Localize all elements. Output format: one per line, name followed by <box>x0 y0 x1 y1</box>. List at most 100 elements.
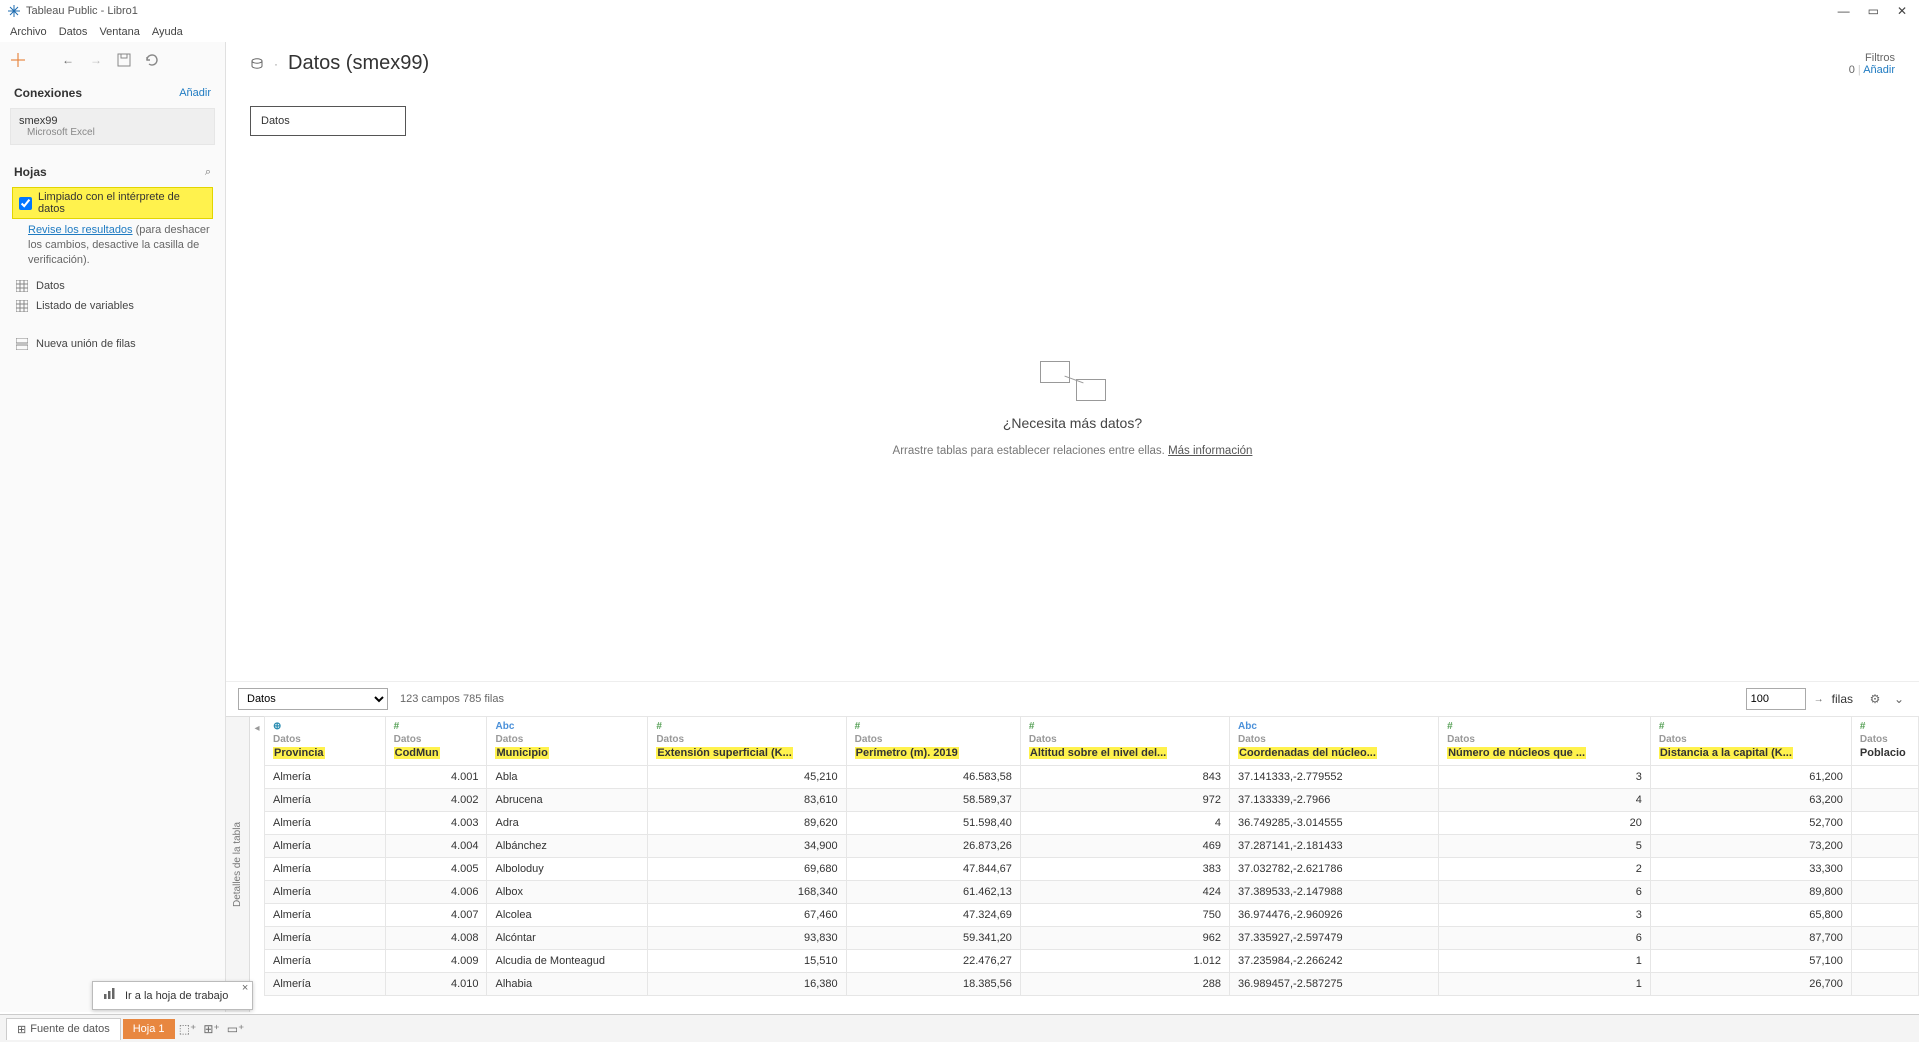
cell: 18.385,56 <box>846 973 1020 996</box>
table-row[interactable]: Almería4.007Alcolea67,46047.324,6975036.… <box>265 904 1919 927</box>
menu-ayuda[interactable]: Ayuda <box>152 26 183 38</box>
cell: Almería <box>265 881 386 904</box>
review-results-link[interactable]: Revise los resultados <box>28 224 133 236</box>
cell: 4.003 <box>385 812 487 835</box>
cell: Alcóntar <box>487 927 648 950</box>
data-interpreter-checkbox[interactable]: Limpiado con el intérprete de datos <box>12 187 213 219</box>
cell: Almería <box>265 927 386 950</box>
column-header[interactable]: #DatosDistancia a la capital (K... <box>1650 717 1851 766</box>
search-icon[interactable]: ⌕ <box>205 166 211 179</box>
cell: 65,800 <box>1650 904 1851 927</box>
connection-type: Microsoft Excel <box>19 127 206 138</box>
tooltip-close-icon[interactable]: × <box>242 982 248 994</box>
cell: 37.335927,-2.597479 <box>1230 927 1439 950</box>
menu-ventana[interactable]: Ventana <box>99 26 139 38</box>
save-icon[interactable] <box>116 52 132 68</box>
filters-add-link[interactable]: Añadir <box>1863 64 1895 76</box>
preview-table: ⊕DatosProvincia#DatosCodMunAbcDatosMunic… <box>264 716 1919 996</box>
menu-archivo[interactable]: Archivo <box>10 26 47 38</box>
table-row[interactable]: Almería4.008Alcóntar93,83059.341,2096237… <box>265 927 1919 950</box>
column-header[interactable]: #DatosAltitud sobre el nivel del... <box>1020 717 1229 766</box>
table-picker[interactable]: Datos <box>238 688 388 710</box>
table-row[interactable]: Almería4.001Abla45,21046.583,5884337.141… <box>265 766 1919 789</box>
cell: 26.873,26 <box>846 835 1020 858</box>
maximize-button[interactable]: ▭ <box>1868 4 1879 18</box>
tab-hoja1[interactable]: Hoja 1 <box>123 1019 175 1039</box>
column-header[interactable]: ⊕DatosProvincia <box>265 717 386 766</box>
window-controls: — ▭ ✕ <box>1838 4 1911 18</box>
column-header[interactable]: #DatosExtensión superficial (K... <box>648 717 846 766</box>
connection-name: smex99 <box>19 115 206 127</box>
table-row[interactable]: Almería4.003Adra89,62051.598,40436.74928… <box>265 812 1919 835</box>
table-row[interactable]: Almería4.005Alboloduy69,68047.844,673833… <box>265 858 1919 881</box>
cell <box>1851 835 1918 858</box>
rows-input[interactable] <box>1746 688 1806 710</box>
sheet-item-listado[interactable]: Listado de variables <box>0 296 225 316</box>
more-info-link[interactable]: Más información <box>1168 445 1252 457</box>
connection-item[interactable]: smex99 Microsoft Excel <box>10 108 215 145</box>
cell: 37.141333,-2.779552 <box>1230 766 1439 789</box>
tab-label: Fuente de datos <box>30 1023 110 1035</box>
column-header[interactable]: #DatosCodMun <box>385 717 487 766</box>
column-header[interactable]: #DatosPerímetro (m). 2019 <box>846 717 1020 766</box>
tableau-mark-icon[interactable] <box>10 52 26 68</box>
add-connection-link[interactable]: Añadir <box>179 87 211 99</box>
column-name: Extensión superficial (K... <box>656 747 837 759</box>
titlebar: Tableau Public - Libro1 — ▭ ✕ <box>0 0 1919 22</box>
table-row[interactable]: Almería4.002Abrucena83,61058.589,3797237… <box>265 789 1919 812</box>
new-union-item[interactable]: Nueva unión de filas <box>0 334 225 354</box>
table-row[interactable]: Almería4.009Alcudia de Monteagud15,51022… <box>265 950 1919 973</box>
cell: 6 <box>1439 927 1651 950</box>
minimize-button[interactable]: — <box>1838 4 1850 18</box>
cell: Alcolea <box>487 904 648 927</box>
tooltip-text: Ir a la hoja de trabajo <box>125 990 228 1002</box>
gear-icon[interactable]: ⚙ <box>1867 691 1883 707</box>
field-row-summary: 123 campos 785 filas <box>400 693 504 705</box>
column-header[interactable]: AbcDatosMunicipio <box>487 717 648 766</box>
column-header[interactable]: AbcDatosCoordenadas del núcleo... <box>1230 717 1439 766</box>
cell: 33,300 <box>1650 858 1851 881</box>
table-row[interactable]: Almería4.010Alhabia16,38018.385,5628836.… <box>265 973 1919 996</box>
cell: 424 <box>1020 881 1229 904</box>
cell: Almería <box>265 950 386 973</box>
datasource-title[interactable]: Datos (smex99) <box>288 52 429 75</box>
logical-table[interactable]: Datos <box>250 106 406 136</box>
sheet-item-datos[interactable]: Datos <box>0 276 225 296</box>
table-row[interactable]: Almería4.004Albánchez34,90026.873,264693… <box>265 835 1919 858</box>
back-icon[interactable]: ← <box>60 52 76 68</box>
goto-worksheet-tooltip: Ir a la hoja de trabajo × <box>92 981 253 1010</box>
forward-icon[interactable]: → <box>88 52 104 68</box>
cell: 4.009 <box>385 950 487 973</box>
collapse-handle[interactable]: ◂ <box>250 716 264 1012</box>
cell <box>1851 858 1918 881</box>
menu-datos[interactable]: Datos <box>59 26 88 38</box>
table-icon <box>16 300 28 312</box>
refresh-icon[interactable] <box>144 52 160 68</box>
connections-heading: Conexiones <box>14 86 82 100</box>
tab-datasource[interactable]: ⊞ Fuente de datos <box>6 1018 121 1040</box>
new-story-button[interactable]: ▭⁺ <box>225 1018 247 1040</box>
column-header[interactable]: #DatosNúmero de núcleos que ... <box>1439 717 1651 766</box>
data-interpreter-input[interactable] <box>19 197 32 210</box>
rows-arrow-icon[interactable]: → <box>1814 694 1824 705</box>
new-worksheet-button[interactable]: ⬚⁺ <box>177 1018 199 1040</box>
left-toolbar: ← → <box>0 42 225 78</box>
cell: 4.006 <box>385 881 487 904</box>
datatype-icon: Abc <box>1238 721 1430 732</box>
cell: Alboloduy <box>487 858 648 881</box>
chevron-down-icon[interactable]: ⌄ <box>1891 691 1907 707</box>
bottom-tabs: ⊞ Fuente de datos Hoja 1 ⬚⁺ ⊞⁺ ▭⁺ <box>0 1014 1919 1042</box>
datatype-icon: # <box>855 721 1012 732</box>
cell: 89,800 <box>1650 881 1851 904</box>
cell: 383 <box>1020 858 1229 881</box>
drag-tables-hint: Arrastre tablas para establecer relacion… <box>893 445 1169 457</box>
close-button[interactable]: ✕ <box>1897 4 1907 18</box>
column-header[interactable]: #DatosPoblacio <box>1851 717 1918 766</box>
new-dashboard-button[interactable]: ⊞⁺ <box>201 1018 223 1040</box>
tableau-logo-icon <box>8 5 20 17</box>
cell: 36.989457,-2.587275 <box>1230 973 1439 996</box>
cell: 73,200 <box>1650 835 1851 858</box>
table-row[interactable]: Almería4.006Albox168,34061.462,1342437.3… <box>265 881 1919 904</box>
cell: 2 <box>1439 858 1651 881</box>
cell: 46.583,58 <box>846 766 1020 789</box>
